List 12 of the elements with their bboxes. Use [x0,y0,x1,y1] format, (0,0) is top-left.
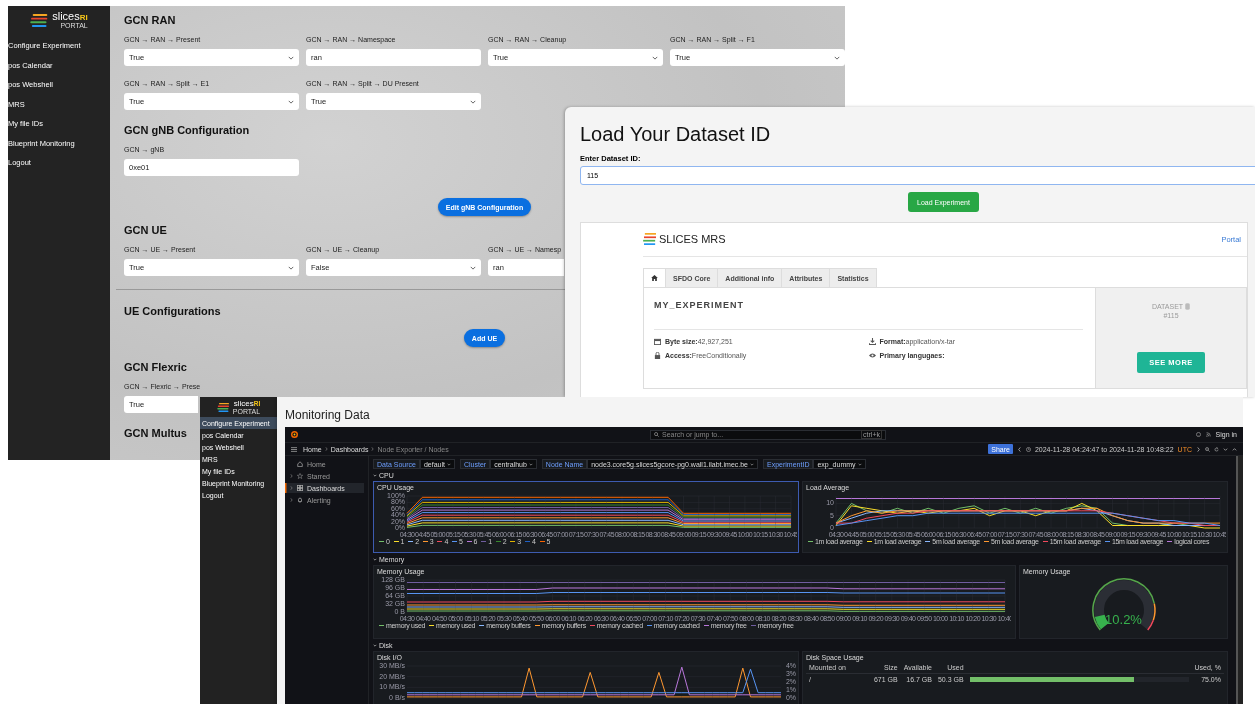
section-heading: UE Configurations [124,304,221,318]
experiment-name: MY_EXPERIMENT [654,300,744,310]
section-heading: GCN gNB Configuration [124,123,250,137]
page-title: Load Your Dataset ID [580,122,771,147]
page-title: Monitoring Data [285,408,370,422]
brand-name: SLICES MRS [659,233,726,245]
section-heading: GCN RAN [124,13,176,27]
section-heading: GCN UE [124,223,167,237]
logo-text: slicesRI [52,11,88,22]
section-heading: GCN Multus [124,426,187,440]
gauge-reading: 10.2% [1105,612,1142,627]
section-heading: GCN Flexric [124,360,187,374]
